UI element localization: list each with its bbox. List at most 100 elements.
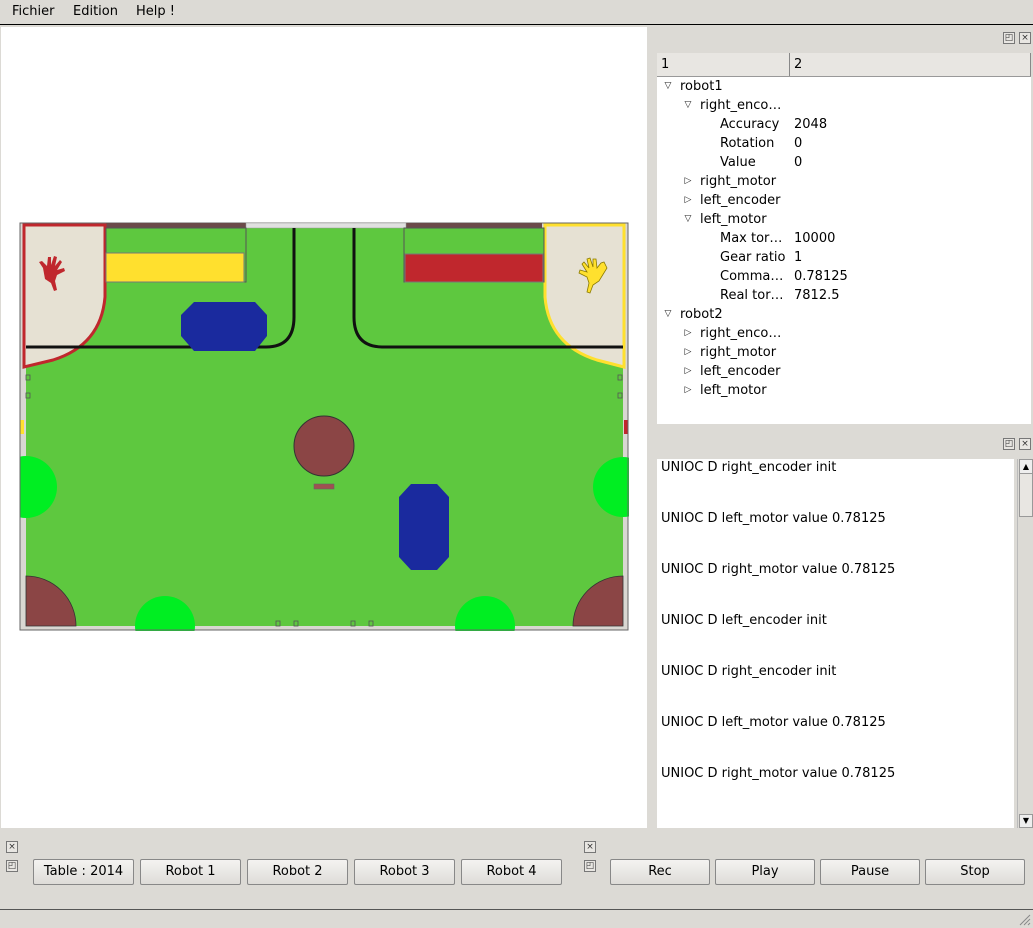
menu-help[interactable]: Help ! [136, 4, 175, 19]
properties-tree[interactable]: 1 2 ▽ robot1 ▽ right_enco… Accuracy 2048 Rotat… [657, 53, 1031, 424]
tree-close-button[interactable]: × [1019, 32, 1031, 44]
tree-item-label: Comma… [720, 269, 784, 284]
log-line: UNIOC D right_encoder init [661, 460, 837, 475]
rec-button[interactable]: Rec [610, 859, 710, 885]
tree-item-label: robot1 [680, 79, 723, 94]
log-line: UNIOC D right_motor value 0.78125 [661, 562, 896, 577]
red-basket-fill [404, 253, 544, 283]
collapsed-arrow-icon[interactable]: ▷ [683, 191, 693, 210]
menu-file[interactable]: Fichier [12, 4, 55, 19]
tree-item-label: left_motor [700, 383, 767, 398]
log-float-button[interactable]: ◰ [1003, 438, 1015, 450]
scroll-down-arrow[interactable]: ▼ [1019, 814, 1033, 828]
scroll-thumb[interactable] [1019, 473, 1033, 517]
tree-item-value: 10000 [794, 231, 836, 246]
tree-item-label: right_enco… [700, 98, 782, 113]
tree-item-label: left_encoder [700, 364, 781, 379]
tree-item-label: right_enco… [700, 326, 782, 341]
tree-row[interactable]: ▷ right_enco… [657, 324, 1031, 343]
log-line: UNIOC D right_motor value 0.78125 [661, 766, 896, 781]
game-table [0, 222, 653, 828]
pause-button[interactable]: Pause [820, 859, 920, 885]
tree-row[interactable]: Comma… 0.78125 [657, 267, 1031, 286]
blue-fire-horizontal [181, 302, 267, 351]
tree-item-label: robot2 [680, 307, 723, 322]
log-close-button[interactable]: × [1019, 438, 1031, 450]
tree-item-value: 2048 [794, 117, 828, 132]
tree-item-label: Value [720, 155, 756, 170]
log-output[interactable]: UNIOC D right_encoder init UNIOC D left_m… [657, 459, 1014, 828]
stop-button[interactable]: Stop [925, 859, 1025, 885]
expanded-arrow-icon[interactable]: ▽ [663, 77, 673, 96]
tree-row[interactable]: ▽ robot1 [657, 77, 1031, 96]
tree-item-value: 0 [794, 136, 803, 151]
tree-item-label: left_encoder [700, 193, 781, 208]
left-marker [20, 420, 24, 434]
blue-fire-vertical [399, 484, 449, 570]
log-line: UNIOC D right_encoder init [661, 664, 837, 679]
tree-row[interactable]: ▷ left_encoder [657, 362, 1031, 381]
tree-row[interactable]: Gear ratio 1 [657, 248, 1031, 267]
tree-item-label: right_motor [700, 345, 777, 360]
log-line: UNIOC D left_motor value 0.78125 [661, 511, 886, 526]
tree-row[interactable]: ▷ right_motor [657, 172, 1031, 191]
resize-grip-icon[interactable] [1019, 914, 1031, 926]
collapsed-arrow-icon[interactable]: ▷ [683, 343, 693, 362]
tree-item-label: left_motor [700, 212, 767, 227]
tree-item-label: right_motor [700, 174, 777, 189]
tree-item-label: Real tor… [720, 288, 784, 303]
tree-item-value: 0.78125 [794, 269, 848, 284]
tree-row[interactable]: ▷ right_motor [657, 343, 1031, 362]
tree-float-button[interactable]: ◰ [1003, 32, 1015, 44]
scroll-up-arrow[interactable]: ▲ [1019, 459, 1033, 474]
right-marker [624, 420, 628, 434]
tree-row[interactable]: Value 0 [657, 153, 1031, 172]
toolbar-left-close[interactable]: × [6, 841, 18, 853]
log-line: UNIOC D left_motor value 0.78125 [661, 715, 886, 730]
play-button[interactable]: Play [715, 859, 815, 885]
expanded-arrow-icon[interactable]: ▽ [663, 305, 673, 324]
toolbar-right-float[interactable]: ◰ [584, 860, 596, 872]
robot-1-button[interactable]: Robot 1 [140, 859, 241, 885]
tree-item-value: 1 [794, 250, 803, 265]
menu-bar: Fichier Edition Help ! [0, 0, 1033, 25]
tree-row[interactable]: Accuracy 2048 [657, 115, 1031, 134]
tree-row[interactable]: ▽ right_enco… [657, 96, 1031, 115]
tree-row[interactable]: ▽ robot2 [657, 305, 1031, 324]
simulation-view[interactable] [0, 27, 653, 828]
status-bar [0, 909, 1033, 928]
collapsed-arrow-icon[interactable]: ▷ [683, 362, 693, 381]
tree-row[interactable]: Real tor… 7812.5 [657, 286, 1031, 305]
center-block [313, 483, 335, 490]
tree-row[interactable]: Max tor… 10000 [657, 229, 1031, 248]
robot-4-button[interactable]: Robot 4 [461, 859, 562, 885]
tree-column-1[interactable]: 1 [657, 53, 790, 76]
table-button[interactable]: Table : 2014 [33, 859, 134, 885]
tree-row[interactable]: ▷ left_encoder [657, 191, 1031, 210]
expanded-arrow-icon[interactable]: ▽ [683, 96, 693, 115]
center-tree [293, 415, 355, 477]
tree-column-2[interactable]: 2 [790, 53, 1031, 76]
tree-row[interactable]: Rotation 0 [657, 134, 1031, 153]
tree-item-label: Gear ratio [720, 250, 786, 265]
tree-row[interactable]: ▽ left_motor [657, 210, 1031, 229]
top-center-wall [245, 222, 407, 229]
tree-item-value: 7812.5 [794, 288, 840, 303]
tree-item-value: 0 [794, 155, 803, 170]
expanded-arrow-icon[interactable]: ▽ [683, 210, 693, 229]
toolbar-right-close[interactable]: × [584, 841, 596, 853]
tree-row[interactable]: ▷ left_motor [657, 381, 1031, 400]
tree-item-label: Rotation [720, 136, 775, 151]
collapsed-arrow-icon[interactable]: ▷ [683, 324, 693, 343]
collapsed-arrow-icon[interactable]: ▷ [683, 381, 693, 400]
yellow-basket-fill [105, 252, 245, 283]
log-scrollbar[interactable]: ▲ ▼ [1017, 459, 1033, 828]
toolbar-left-float[interactable]: ◰ [6, 860, 18, 872]
collapsed-arrow-icon[interactable]: ▷ [683, 172, 693, 191]
menu-edit[interactable]: Edition [73, 4, 118, 19]
log-line: UNIOC D left_encoder init [661, 613, 827, 628]
robot-2-button[interactable]: Robot 2 [247, 859, 348, 885]
tree-header: 1 2 [657, 53, 1031, 77]
robot-3-button[interactable]: Robot 3 [354, 859, 455, 885]
tree-item-label: Max tor… [720, 231, 783, 246]
